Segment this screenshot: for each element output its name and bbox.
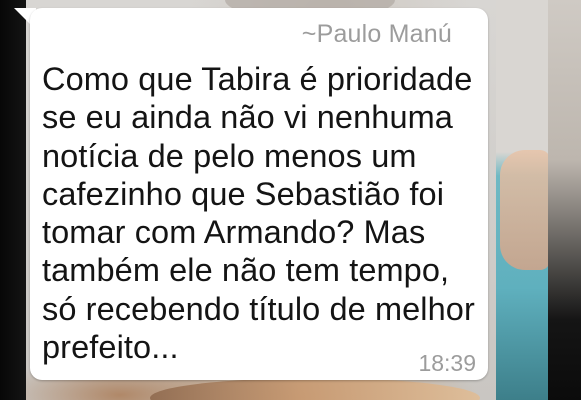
background-photo-hand <box>500 150 550 270</box>
message-text-line: prefeito... <box>42 329 179 366</box>
chat-screen: ~Paulo Manú Como que Tabira é prioridade… <box>0 0 581 400</box>
message-timestamp: 18:39 <box>418 350 476 376</box>
background-dark-edge <box>0 0 26 400</box>
message-text: Como que Tabira é prioridade se eu ainda… <box>42 60 482 366</box>
message-text-line: Como que Tabira é prioridade <box>42 61 473 97</box>
message-text-line: cafezinho que Sebastião foi <box>42 175 445 212</box>
background-photo-right-edge <box>548 0 581 400</box>
message-text-line: também ele não tem tempo, <box>42 252 450 289</box>
message-bubble[interactable]: ~Paulo Manú Como que Tabira é prioridade… <box>30 8 488 380</box>
message-text-line: notícia de pelo menos um <box>42 137 417 174</box>
message-text-line: tomar com Armando? Mas <box>42 214 426 251</box>
message-text-line: só recebendo título de melhor <box>42 290 475 327</box>
message-sender-name[interactable]: ~Paulo Manú <box>302 20 452 49</box>
message-text-line: se eu ainda não vi nenhuma <box>42 99 453 136</box>
